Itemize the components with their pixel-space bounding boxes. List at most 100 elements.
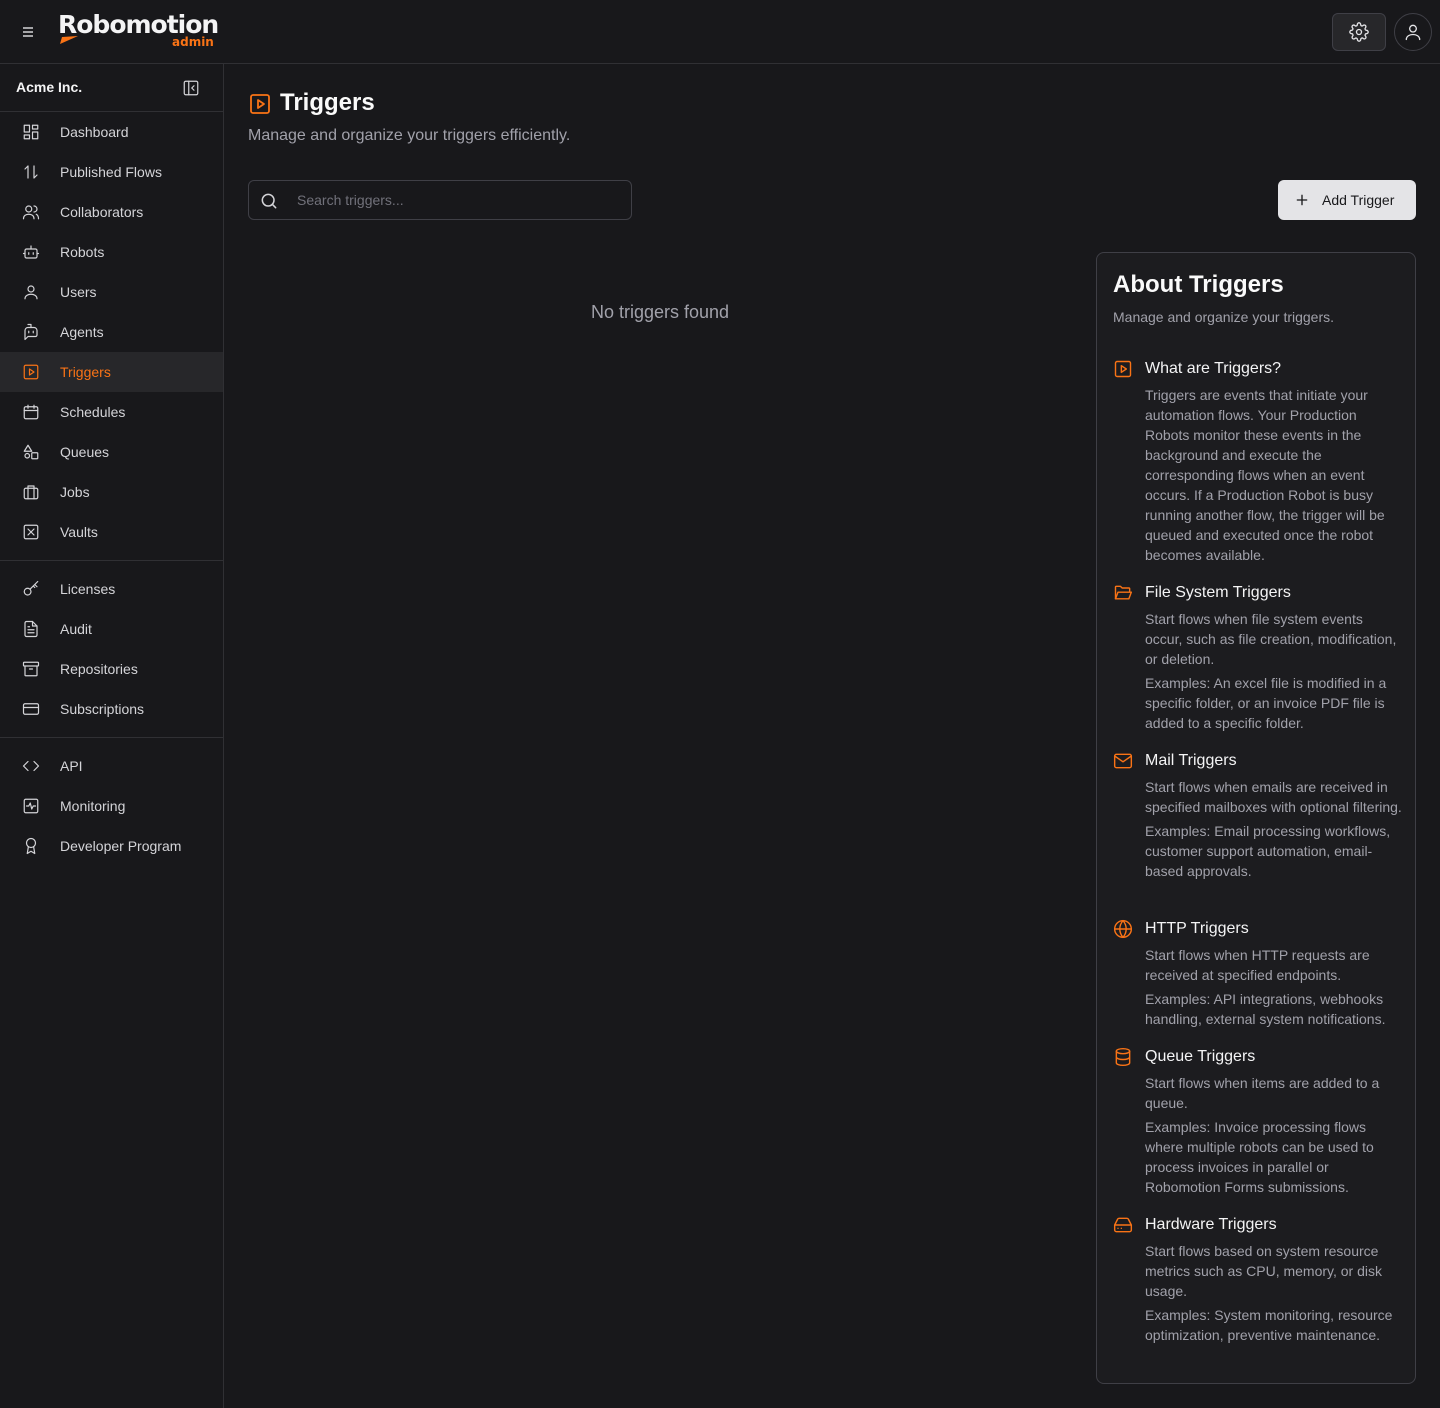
sidebar-item-label: Developer Program xyxy=(60,838,182,854)
sidebar-divider xyxy=(0,560,223,561)
page-subtitle: Manage and organize your triggers effici… xyxy=(248,127,571,144)
archive-icon xyxy=(22,660,40,678)
top-bar: Robomotion admin xyxy=(0,0,1440,64)
sidebar-item-vaults[interactable]: Vaults xyxy=(0,512,223,552)
about-topic-body: Start flows when emails are received in … xyxy=(1145,777,1403,881)
search-field xyxy=(248,180,632,220)
logo-swoosh-icon xyxy=(60,36,78,44)
sidebar-item-schedules[interactable]: Schedules xyxy=(0,392,223,432)
sidebar: Acme Inc. Dashboard Published Flows Collab… xyxy=(0,64,224,1408)
about-topic-paragraph: Examples: An excel file is modified in a… xyxy=(1145,675,1387,731)
sidebar-item-label: Users xyxy=(60,284,97,300)
folder-open-icon xyxy=(1113,583,1133,603)
about-topic-title: What are Triggers? xyxy=(1145,360,1282,377)
play-square-icon xyxy=(22,363,40,381)
sidebar-item-label: Schedules xyxy=(60,404,126,420)
user-menu-button[interactable] xyxy=(1394,13,1432,51)
sidebar-item-label: Repositories xyxy=(60,661,138,677)
user-icon xyxy=(22,283,40,301)
about-topic-title: HTTP Triggers xyxy=(1145,920,1249,937)
sidebar-item-triggers[interactable]: Triggers xyxy=(0,352,223,392)
hard-drive-icon xyxy=(1113,1215,1133,1235)
org-switcher[interactable]: Acme Inc. xyxy=(0,64,223,112)
sidebar-item-repositories[interactable]: Repositories xyxy=(0,649,223,689)
sidebar-item-label: Audit xyxy=(60,621,92,637)
about-topic-paragraph: Start flows when file system events occu… xyxy=(1145,611,1397,667)
database-icon xyxy=(1113,1047,1133,1067)
sidebar-item-published-flows[interactable]: Published Flows xyxy=(0,152,223,192)
about-topic-title: Mail Triggers xyxy=(1145,752,1237,769)
sidebar-item-label: Dashboard xyxy=(60,124,129,140)
sidebar-item-label: API xyxy=(60,758,83,774)
users-icon xyxy=(22,203,40,221)
sidebar-item-subscriptions[interactable]: Subscriptions xyxy=(0,689,223,729)
key-icon xyxy=(22,580,40,598)
sidebar-item-label: Jobs xyxy=(60,484,90,500)
sidebar-item-dashboard[interactable]: Dashboard xyxy=(0,112,223,152)
plus-icon xyxy=(1294,192,1310,208)
about-topic-title: Hardware Triggers xyxy=(1145,1216,1277,1233)
add-trigger-button[interactable]: Add Trigger xyxy=(1278,180,1416,220)
about-topic-paragraph: Examples: Email processing workflows, cu… xyxy=(1145,823,1391,879)
page-title: Triggers xyxy=(280,89,375,116)
about-topic-paragraph: Start flows when items are added to a qu… xyxy=(1145,1075,1380,1111)
sidebar-item-label: Licenses xyxy=(60,581,116,597)
sidebar-item-robots[interactable]: Robots xyxy=(0,232,223,272)
search-input[interactable] xyxy=(297,181,617,219)
sidebar-nav: Dashboard Published Flows Collaborators Rob… xyxy=(0,112,223,866)
shapes-icon xyxy=(22,443,40,461)
code-icon xyxy=(22,757,40,775)
menu-icon[interactable] xyxy=(16,20,40,44)
play-square-icon xyxy=(1113,359,1133,379)
mail-icon xyxy=(1113,751,1133,771)
sidebar-item-jobs[interactable]: Jobs xyxy=(0,472,223,512)
globe-icon xyxy=(1113,919,1133,939)
sidebar-item-api[interactable]: API xyxy=(0,746,223,786)
about-topic-body: Triggers are events that initiate your a… xyxy=(1145,385,1403,565)
award-icon xyxy=(22,837,40,855)
sidebar-item-label: Monitoring xyxy=(60,798,126,814)
logo[interactable]: Robomotion admin xyxy=(58,10,219,54)
sidebar-item-licenses[interactable]: Licenses xyxy=(0,569,223,609)
sidebar-item-users[interactable]: Users xyxy=(0,272,223,312)
sidebar-item-queues[interactable]: Queues xyxy=(0,432,223,472)
arrows-updown-icon xyxy=(22,163,40,181)
about-subtitle: Manage and organize your triggers. xyxy=(1113,309,1335,325)
about-topic-paragraph: Examples: API integrations, webhooks han… xyxy=(1145,991,1386,1027)
add-trigger-label: Add Trigger xyxy=(1322,192,1395,208)
document-icon xyxy=(22,620,40,638)
sidebar-item-label: Subscriptions xyxy=(60,701,145,717)
sidebar-item-developer-program[interactable]: Developer Program xyxy=(0,826,223,866)
sidebar-collapse-icon[interactable] xyxy=(182,79,200,97)
sidebar-item-audit[interactable]: Audit xyxy=(0,609,223,649)
play-square-icon xyxy=(248,92,272,116)
sidebar-item-label: Published Flows xyxy=(60,164,162,180)
about-topic-paragraph: Start flows based on system resource met… xyxy=(1145,1243,1383,1299)
sidebar-item-agents[interactable]: Agents xyxy=(0,312,223,352)
about-topic-paragraph: Examples: System monitoring, resource op… xyxy=(1145,1307,1393,1343)
about-topic-body: Start flows when HTTP requests are recei… xyxy=(1145,945,1403,1029)
sidebar-item-collaborators[interactable]: Collaborators xyxy=(0,192,223,232)
gear-icon xyxy=(1349,22,1369,42)
sidebar-item-label: Queues xyxy=(60,444,110,460)
empty-state-message: No triggers found xyxy=(590,302,730,322)
settings-button[interactable] xyxy=(1332,13,1386,51)
about-topic-title: File System Triggers xyxy=(1145,584,1291,601)
about-triggers-panel: About Triggers Manage and organize your … xyxy=(1096,252,1416,1384)
sidebar-item-label: Robots xyxy=(60,244,105,260)
sidebar-item-label: Agents xyxy=(60,324,104,340)
about-topic-paragraph: Triggers are events that initiate your a… xyxy=(1145,387,1385,563)
sidebar-item-label: Collaborators xyxy=(60,204,144,220)
robot-icon xyxy=(22,243,40,261)
sidebar-item-monitoring[interactable]: Monitoring xyxy=(0,786,223,826)
about-topic-paragraph: Start flows when HTTP requests are recei… xyxy=(1145,947,1370,983)
activity-icon xyxy=(22,797,40,815)
about-topic-body: Start flows when items are added to a qu… xyxy=(1145,1073,1403,1197)
dashboard-icon xyxy=(22,123,40,141)
about-topic-paragraph: Examples: Invoice processing flows where… xyxy=(1145,1119,1374,1195)
credit-card-icon xyxy=(22,700,40,718)
about-topic-body: Start flows when file system events occu… xyxy=(1145,609,1403,733)
agent-icon xyxy=(22,323,40,341)
search-icon xyxy=(259,191,279,211)
briefcase-icon xyxy=(22,483,40,501)
